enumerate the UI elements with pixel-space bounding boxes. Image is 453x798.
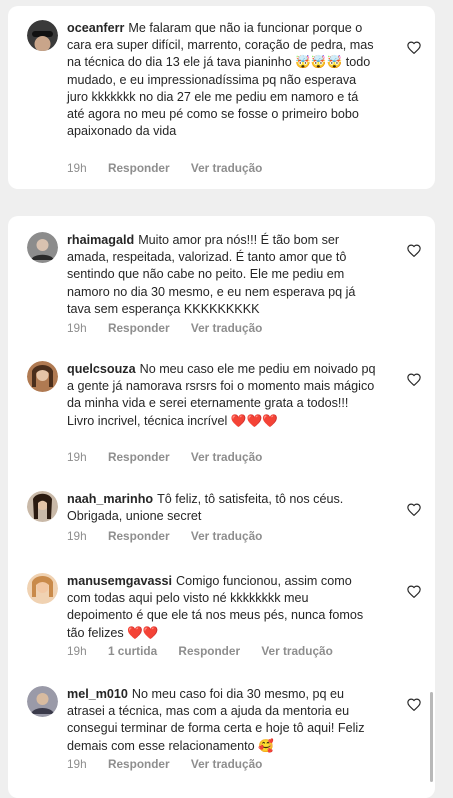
reply-button[interactable]: Responder [178,644,240,658]
heart-icon[interactable] [407,244,421,257]
heart-icon[interactable] [407,41,421,54]
likes-count[interactable]: 1 curtida [108,644,157,658]
comment-text: naah_marinho Tô feliz, tô satisfeita, tô … [67,491,377,525]
reply-button[interactable]: Responder [108,321,170,335]
comment-meta: 19h Responder Ver tradução [67,757,280,771]
reply-button[interactable]: Responder [108,529,170,543]
comment-text: quelcsouza No meu caso ele me pediu em no… [67,361,377,430]
translate-button[interactable]: Ver tradução [191,161,262,175]
avatar[interactable] [27,686,58,717]
comment-time: 19h [67,644,87,658]
avatar[interactable] [27,573,58,604]
translate-button[interactable]: Ver tradução [191,757,262,771]
comment-time: 19h [67,321,87,335]
comment-username[interactable]: rhaimagald [67,233,134,247]
comment-username[interactable]: mel_m010 [67,687,128,701]
heart-icon[interactable] [407,503,421,516]
comment-meta: 19h Responder Ver tradução [67,321,280,335]
avatar[interactable] [27,361,58,392]
comment-text: rhaimagald Muito amor pra nós!!! É tão bo… [67,232,377,318]
comment-card: oceanferr Me falaram que não ia funcionar… [8,6,435,189]
comment-username[interactable]: manusemgavassi [67,574,172,588]
translate-button[interactable]: Ver tradução [191,529,262,543]
comment-meta: 19h Responder Ver tradução [67,450,280,464]
comment-time: 19h [67,450,87,464]
avatar[interactable] [27,491,58,522]
comment-meta: 19h 1 curtida Responder Ver tradução [67,644,351,658]
comment-username[interactable]: oceanferr [67,21,124,35]
heart-icon[interactable] [407,373,421,386]
reply-button[interactable]: Responder [108,757,170,771]
translate-button[interactable]: Ver tradução [191,321,262,335]
reply-button[interactable]: Responder [108,161,170,175]
comment-meta: 19h Responder Ver tradução [67,161,280,175]
comment-username[interactable]: quelcsouza [67,362,136,376]
avatar[interactable] [27,232,58,263]
comment-text: oceanferr Me falaram que não ia funcionar… [67,20,377,140]
comment-time: 19h [67,161,87,175]
scrollbar[interactable] [430,692,433,782]
comment-time: 19h [67,529,87,543]
comment-meta: 19h Responder Ver tradução [67,529,280,543]
reply-button[interactable]: Responder [108,450,170,464]
comment-time: 19h [67,757,87,771]
comment-card: rhaimagald Muito amor pra nós!!! É tão bo… [8,216,435,798]
avatar[interactable] [27,20,58,51]
translate-button[interactable]: Ver tradução [191,450,262,464]
translate-button[interactable]: Ver tradução [261,644,332,658]
comment-text: manusemgavassi Comigo funcionou, assim co… [67,573,377,642]
comment-username[interactable]: naah_marinho [67,492,153,506]
comment-body: Me falaram que não ia funcionar porque o… [67,21,374,139]
heart-icon[interactable] [407,698,421,711]
comment-text: mel_m010 No meu caso foi dia 30 mesmo, pq… [67,686,377,755]
heart-icon[interactable] [407,585,421,598]
